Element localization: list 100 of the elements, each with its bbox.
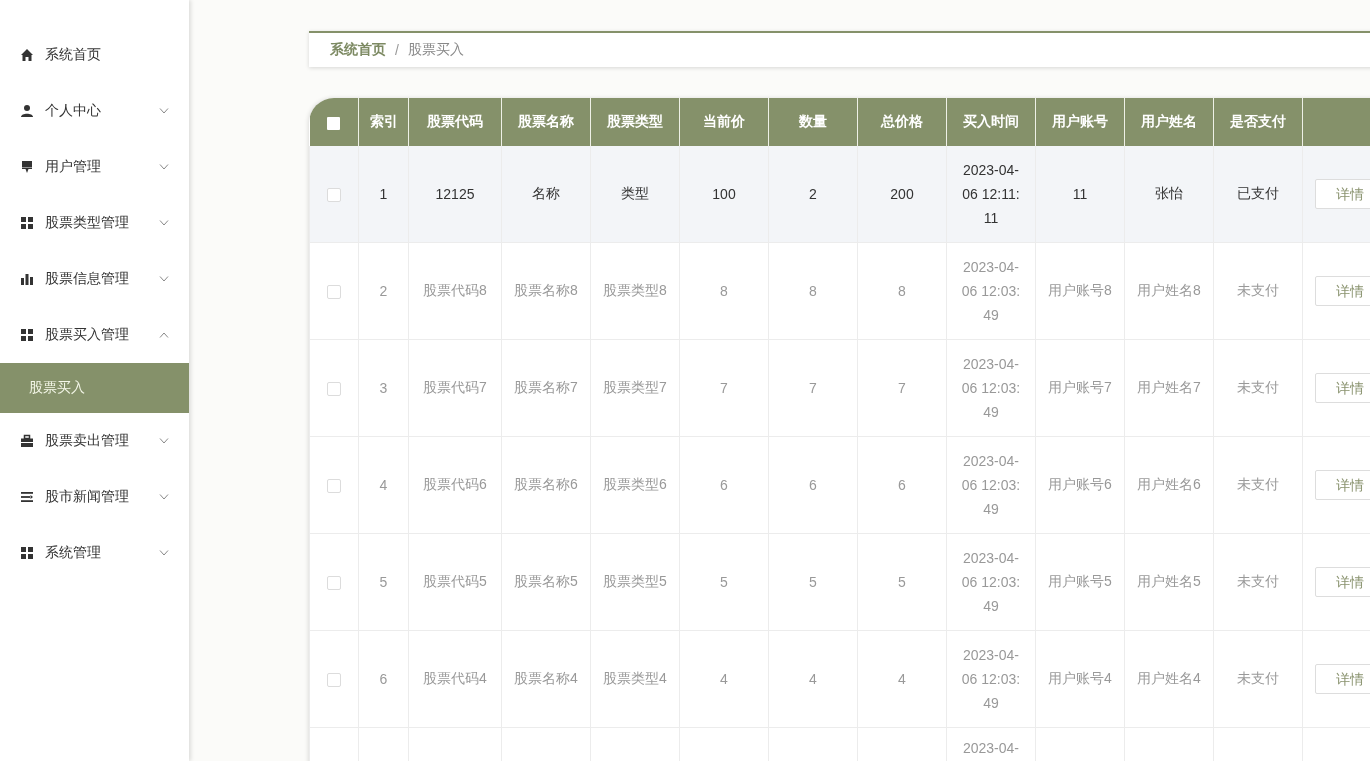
table-cell: 股票代码4 xyxy=(423,670,487,686)
briefcase-icon xyxy=(20,434,34,448)
table-cell: 1 xyxy=(379,186,388,202)
table-cell: 类型 xyxy=(621,185,649,201)
table-cell: 6 xyxy=(720,477,728,493)
table-cell: 用户姓名6 xyxy=(1137,476,1201,492)
table-cell: 未支付 xyxy=(1237,573,1279,589)
table-cell: 名称 xyxy=(532,185,560,201)
table-cell: 6 xyxy=(379,671,388,687)
table-cell: 股票名称6 xyxy=(514,476,578,492)
column-header: 股票名称 xyxy=(501,98,591,146)
table-cell: 4 xyxy=(809,671,817,687)
sidebar-item[interactable]: 个人中心 xyxy=(0,83,189,139)
row-checkbox[interactable] xyxy=(327,673,341,688)
row-checkbox[interactable] xyxy=(327,576,341,591)
table-cell: 股票类型4 xyxy=(603,670,667,686)
column-header: 当前价 xyxy=(679,98,769,146)
table-cell: 6 xyxy=(809,477,817,493)
table-cell: 未支付 xyxy=(1237,282,1279,298)
sidebar-item[interactable]: 股票卖出管理 xyxy=(0,413,189,469)
sidebar-item[interactable]: 股市新闻管理 xyxy=(0,469,189,525)
table-cell: 股票代码7 xyxy=(423,379,487,395)
table-cell: 5 xyxy=(809,574,817,590)
row-checkbox[interactable] xyxy=(327,188,341,203)
user-icon xyxy=(20,104,34,118)
breadcrumb-link[interactable]: 系统首页 xyxy=(330,41,386,59)
row-checkbox[interactable] xyxy=(327,479,341,494)
table-cell: 用户姓名8 xyxy=(1137,282,1201,298)
sidebar-item[interactable]: 系统首页 xyxy=(0,27,189,83)
table-cell: 6 xyxy=(898,477,906,493)
table-cell: 股票名称4 xyxy=(514,670,578,686)
table-cell: 8 xyxy=(898,283,906,299)
select-all-checkbox[interactable] xyxy=(327,116,341,130)
table-cell: 4 xyxy=(898,671,906,687)
table-cell-text: 2023-04-06 12:11:11 xyxy=(961,161,1021,228)
table-cell: 2 xyxy=(809,186,817,202)
table-cell: 5 xyxy=(720,574,728,590)
table-cell: 用户账号8 xyxy=(1048,282,1112,298)
table-cell: 已支付 xyxy=(1237,185,1279,201)
sidebar-item[interactable]: 股票类型管理 xyxy=(0,195,189,251)
bar-chart-icon xyxy=(20,272,34,286)
table-cell-text: 2023-04-06 12:03:49 xyxy=(961,258,1021,325)
table-cell: 股票代码6 xyxy=(423,476,487,492)
table-cell: 未支付 xyxy=(1237,670,1279,686)
table-cell: 7 xyxy=(720,380,728,396)
table-cell: 未支付 xyxy=(1237,476,1279,492)
column-header: 索引 xyxy=(358,98,409,146)
column-header: 用户账号 xyxy=(1035,98,1125,146)
table-cell: 用户账号4 xyxy=(1048,670,1112,686)
table-cell: 股票名称7 xyxy=(514,379,578,395)
table-cell: 未支付 xyxy=(1237,379,1279,395)
table-cell: 股票代码8 xyxy=(423,282,487,298)
grid-icon xyxy=(20,328,34,342)
table-cell-text: 2023-04-06 12:03:49 xyxy=(961,452,1021,519)
table-cell: 股票类型7 xyxy=(603,379,667,395)
table-cell: 5 xyxy=(379,574,388,590)
grid-icon xyxy=(20,216,34,230)
table-cell: 用户姓名4 xyxy=(1137,670,1201,686)
table-cell: 股票代码5 xyxy=(423,573,487,589)
table-cell: 4 xyxy=(379,477,388,493)
table-cell: 用户姓名7 xyxy=(1137,379,1201,395)
table-cell: 11 xyxy=(1072,186,1088,202)
table-cell: 8 xyxy=(720,283,728,299)
list-icon xyxy=(20,490,34,504)
table-cell: 100 xyxy=(712,186,736,202)
breadcrumb-separator: / xyxy=(395,42,399,58)
column-header: 用户姓名 xyxy=(1124,98,1214,146)
table-cell-text: 2023-04-06 12:03:49 xyxy=(961,355,1021,422)
table-cell: 8 xyxy=(809,283,817,299)
column-header: 股票类型 xyxy=(590,98,680,146)
sidebar-item[interactable]: 股票信息管理 xyxy=(0,251,189,307)
column-header: 数量 xyxy=(768,98,858,146)
table-cell: 股票类型6 xyxy=(603,476,667,492)
sidebar-item[interactable]: 用户管理 xyxy=(0,139,189,195)
table-cell: 股票类型8 xyxy=(603,282,667,298)
row-checkbox[interactable] xyxy=(327,285,341,300)
table-cell: 200 xyxy=(890,186,914,202)
column-header: 是否支付 xyxy=(1213,98,1303,146)
sidebar-item[interactable]: 系统管理 xyxy=(0,525,189,581)
table-cell: 12125 xyxy=(435,186,475,202)
column-header: 总价格 xyxy=(857,98,947,146)
table-cell: 7 xyxy=(809,380,817,396)
table-cell: 用户姓名5 xyxy=(1137,573,1201,589)
table-cell: 5 xyxy=(898,574,906,590)
table-cell: 股票名称8 xyxy=(514,282,578,298)
table-cell: 张怡 xyxy=(1155,185,1183,201)
table-cell: 7 xyxy=(898,380,906,396)
column-header: 买入时间 xyxy=(946,98,1036,146)
table-cell: 2 xyxy=(379,283,388,299)
table-cell: 股票名称5 xyxy=(514,573,578,589)
row-checkbox[interactable] xyxy=(327,382,341,397)
table-cell: 用户账号6 xyxy=(1048,476,1112,492)
grid-icon xyxy=(20,546,34,560)
brush-icon xyxy=(20,160,34,174)
table-cell: 3 xyxy=(379,380,388,396)
table-cell-text: 2023-04-06 12:03:49 xyxy=(961,549,1021,616)
table-cell-text: 2023-04- xyxy=(961,739,1020,758)
sidebar-item[interactable]: 股票买入管理 xyxy=(0,307,189,363)
table-cell-text: 2023-04-06 12:03:49 xyxy=(961,646,1021,713)
table-cell: 用户账号7 xyxy=(1048,379,1112,395)
